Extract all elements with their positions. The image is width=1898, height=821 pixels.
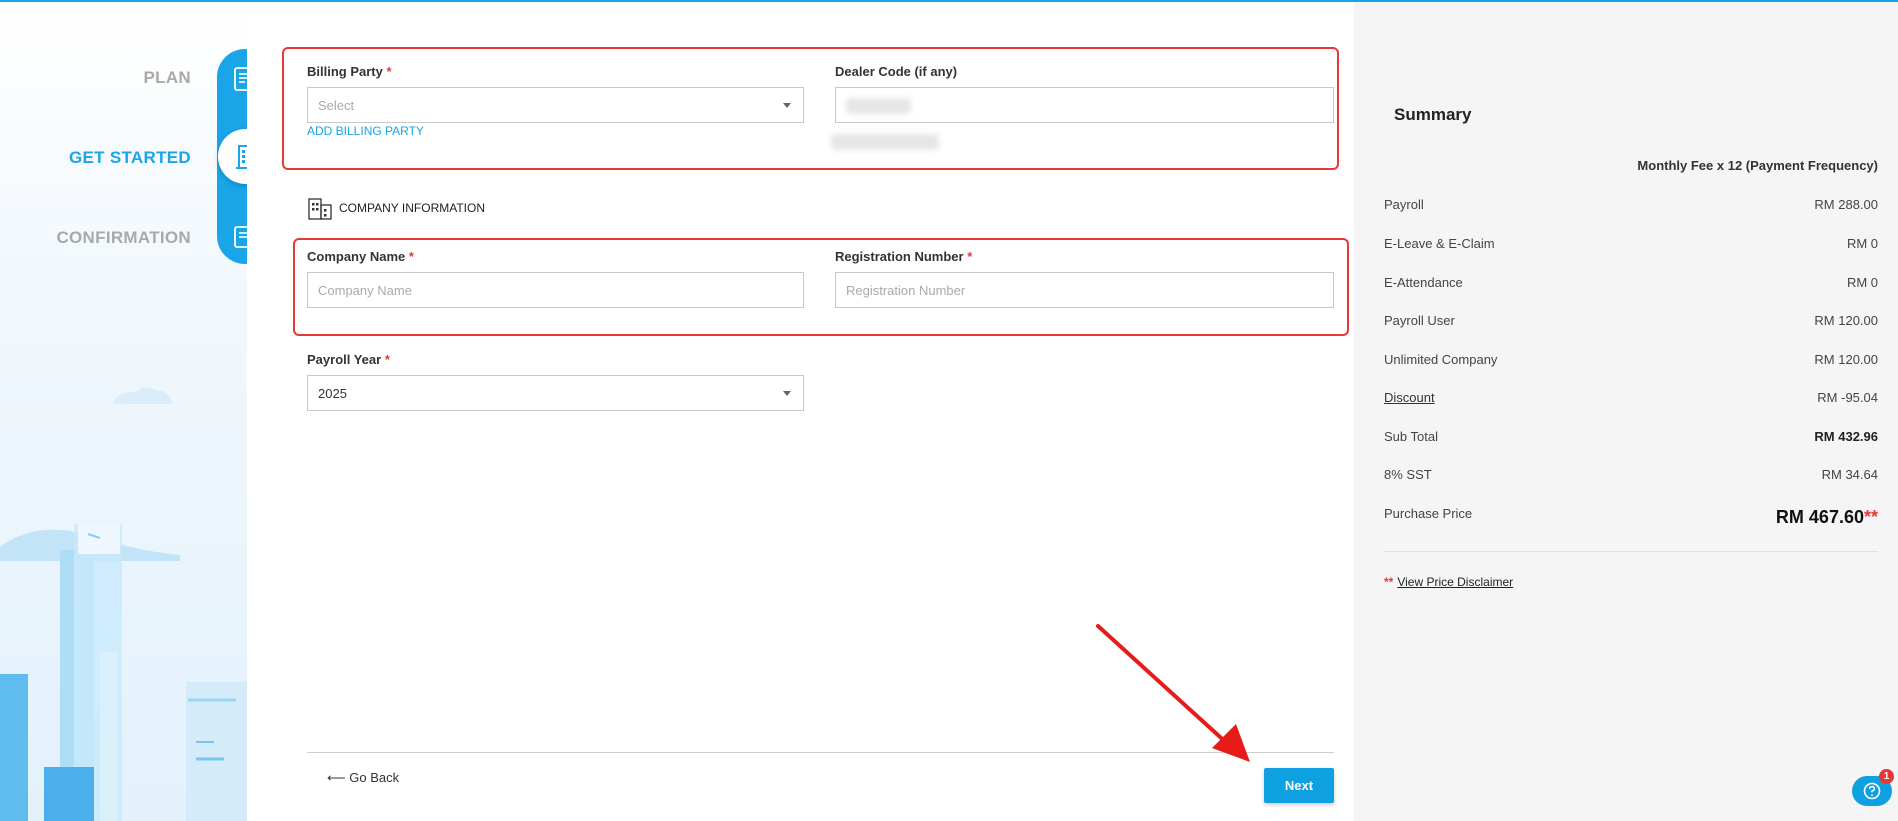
company-name-label: Company Name * (307, 249, 414, 264)
purchase-price: RM 467.60** (1775, 507, 1878, 527)
company-information-section: COMPANY INFORMATION (307, 195, 485, 221)
add-billing-party-link[interactable]: ADD BILLING PARTY (307, 124, 424, 138)
step-get-started-label[interactable]: GET STARTED (69, 148, 191, 168)
go-back-link[interactable]: ⟵ Go Back (327, 770, 399, 786)
view-price-disclaimer-link[interactable]: View Price Disclaimer (1397, 575, 1513, 589)
company-information-title: COMPANY INFORMATION (339, 201, 486, 215)
payroll-year-label: Payroll Year * (307, 352, 390, 367)
city-illustration (0, 387, 247, 821)
summary-row-unlimited-company: Unlimited Company RM 120.00 (1384, 351, 1878, 367)
summary-title: Summary (1394, 105, 1472, 124)
billing-party-select[interactable]: Select (307, 87, 804, 123)
building-icon (235, 144, 247, 169)
red-arrow-annotation (1096, 624, 1250, 762)
billing-party-label: Billing Party * (307, 64, 392, 79)
summary-row-subtotal: Sub Total RM 432.96 (1384, 428, 1878, 444)
discount-link[interactable]: Discount (1384, 390, 1435, 405)
next-button[interactable]: Next (1264, 768, 1334, 803)
summary-row-payroll: Payroll RM 288.00 (1384, 196, 1878, 212)
step-confirmation-label[interactable]: CONFIRMATION (56, 228, 191, 248)
notification-badge: 1 (1879, 769, 1894, 784)
summary-row-sst: 8% SST RM 34.64 (1384, 466, 1878, 482)
building-outline-icon (308, 198, 332, 220)
stepper-panel: PLAN GET STARTED CONFIRMATION (0, 2, 247, 821)
approved-form-icon[interactable] (232, 224, 247, 252)
redacted-dealer-name (831, 134, 939, 150)
summary-panel: Summary Monthly Fee x 12 (Payment Freque… (1354, 2, 1898, 821)
summary-row-discount: Discount RM -95.04 (1384, 389, 1878, 405)
summary-row-eleave-eclaim: E-Leave & E-Claim RM 0 (1384, 235, 1878, 251)
dealer-code-label: Dealer Code (if any) (835, 64, 958, 79)
redacted-dealer-code (846, 98, 911, 114)
chevron-down-icon (783, 391, 791, 396)
dealer-code-input[interactable] (835, 87, 1334, 123)
payment-frequency: Monthly Fee x 12 (Payment Frequency) (1637, 158, 1878, 173)
step-plan-label[interactable]: PLAN (144, 68, 191, 88)
edit-form-icon[interactable] (232, 65, 247, 93)
summary-row-eattendance: E-Attendance RM 0 (1384, 274, 1878, 290)
company-name-input[interactable]: Company Name (307, 272, 804, 308)
chevron-down-icon (783, 103, 791, 108)
question-icon (1863, 782, 1881, 800)
registration-number-label: Registration Number * (835, 249, 973, 264)
summary-row-payroll-user: Payroll User RM 120.00 (1384, 312, 1878, 328)
summary-divider (1384, 551, 1878, 552)
payroll-year-select[interactable]: 2025 (307, 375, 804, 411)
price-disclaimer: ** View Price Disclaimer (1384, 575, 1514, 589)
registration-number-input[interactable]: Registration Number (835, 272, 1334, 308)
